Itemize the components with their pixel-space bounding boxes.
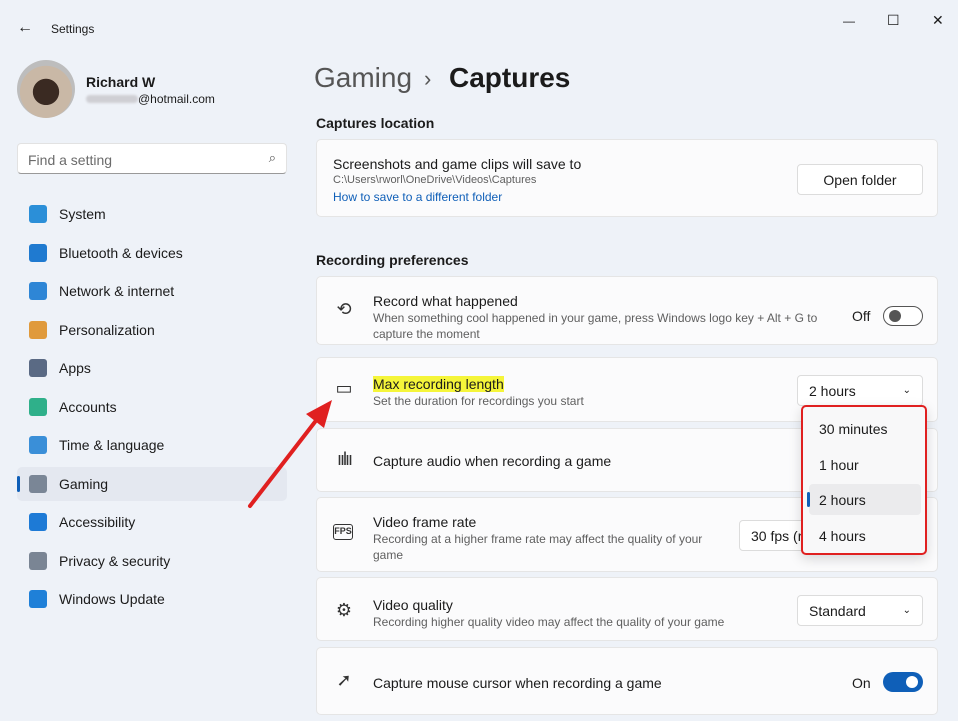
annotation-arrow — [248, 400, 332, 508]
